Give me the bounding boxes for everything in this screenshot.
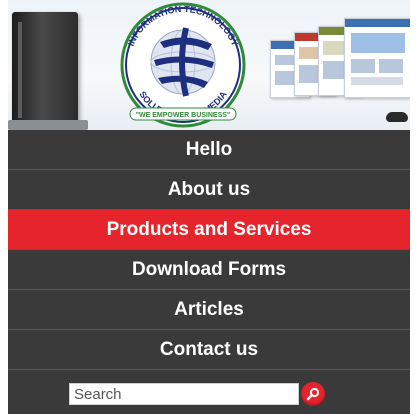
nav-item-articles[interactable]: Articles (8, 290, 410, 330)
logo-tagline: "WE EMPOWER BUSINESS" (136, 112, 231, 119)
nav-item-hello[interactable]: Hello (8, 130, 410, 170)
nav-item-download-forms[interactable]: Download Forms (8, 250, 410, 290)
search-button[interactable] (301, 382, 325, 406)
nav-item-contact-us[interactable]: Contact us (8, 330, 410, 370)
search-input[interactable] (69, 383, 299, 405)
server-image (12, 12, 78, 128)
desk-surface (8, 120, 88, 130)
nav-item-products-and-services[interactable]: Products and Services (8, 210, 410, 250)
search-icon (306, 387, 320, 401)
header-banner: INFORMATION TECHNOLOGY SOLUTIONS AND MED… (8, 0, 410, 130)
nav-item-about-us[interactable]: About us (8, 170, 410, 210)
search-bar (8, 372, 410, 420)
main-navigation: Hello About us Products and Services Dow… (8, 130, 410, 370)
mouse-image (386, 112, 408, 122)
footer-strip (8, 414, 410, 420)
page-frame: INFORMATION TECHNOLOGY SOLUTIONS AND MED… (8, 0, 410, 420)
company-logo[interactable]: INFORMATION TECHNOLOGY SOLUTIONS AND MED… (108, 2, 258, 128)
